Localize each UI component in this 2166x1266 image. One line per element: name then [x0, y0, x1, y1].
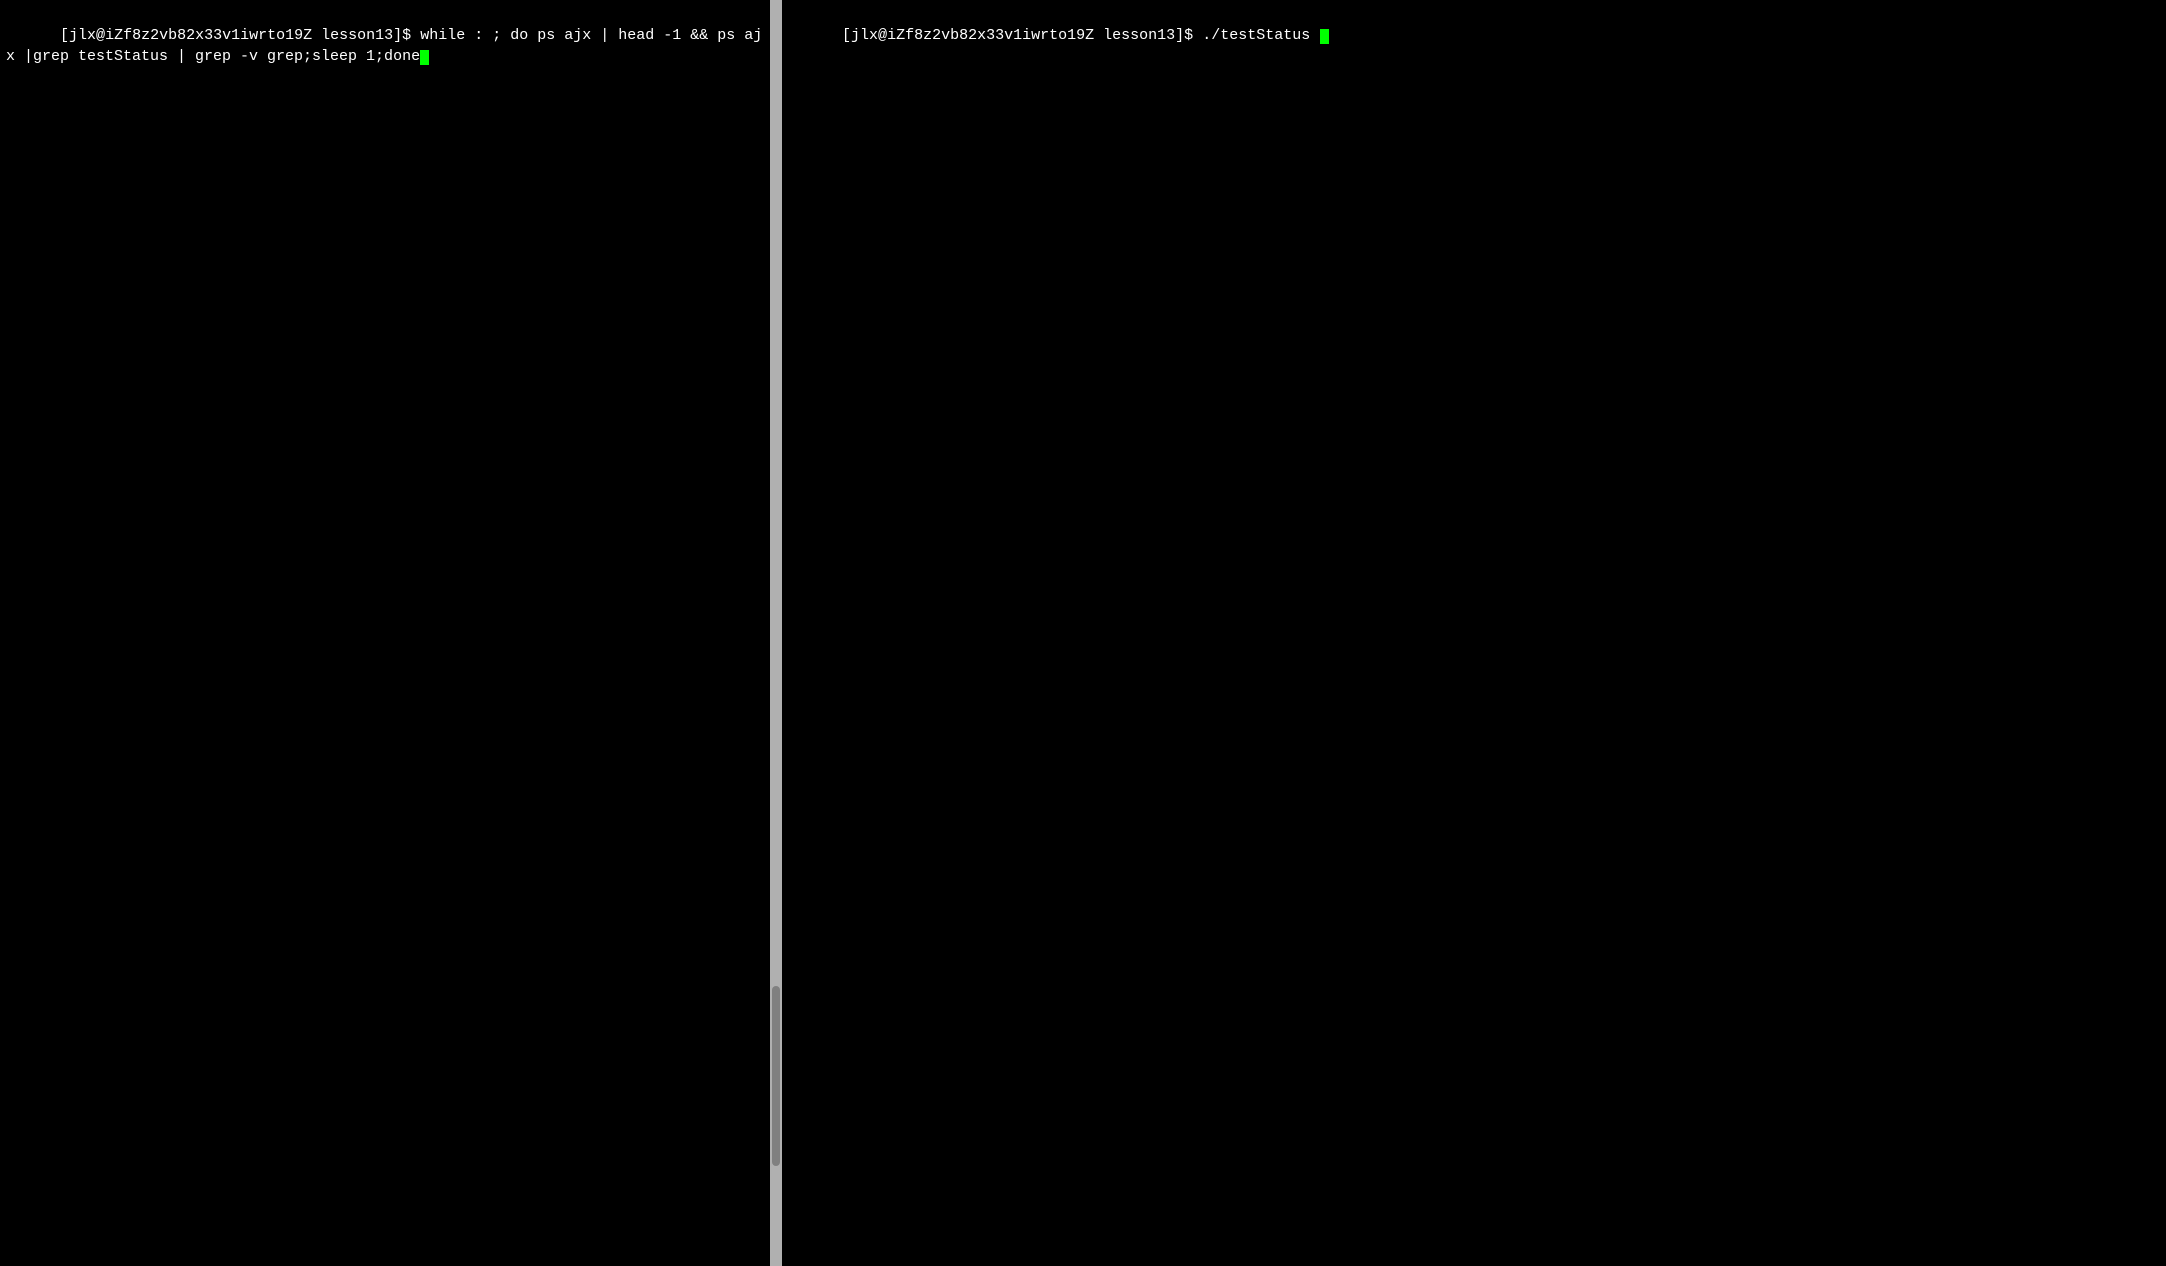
right-command-text: ./testStatus [1202, 27, 1319, 44]
left-cursor [420, 50, 429, 65]
scrollbar[interactable] [772, 986, 780, 1166]
terminal-content-right: [jlx@iZf8z2vb82x33v1iwrto19Z lesson13]$ … [782, 0, 2166, 71]
left-prompt-bracket-close: ] [393, 27, 402, 44]
terminal-content-left: [jlx@iZf8z2vb82x33v1iwrto19Z lesson13]$ … [0, 0, 770, 92]
right-prompt-symbol: $ [1184, 27, 1193, 44]
left-prompt-host: iZf8z2vb82x33v1iwrto19Z [105, 27, 312, 44]
right-prompt-host: iZf8z2vb82x33v1iwrto19Z [887, 27, 1094, 44]
right-prompt-dir: lesson13 [1103, 27, 1175, 44]
terminal-pane-right[interactable]: [jlx@iZf8z2vb82x33v1iwrto19Z lesson13]$ … [782, 0, 2166, 1266]
right-prompt-bracket-close: ] [1175, 27, 1184, 44]
left-prompt-bracket-open: [ [60, 27, 69, 44]
right-prompt-bracket-open: [ [842, 27, 851, 44]
terminal-pane-left[interactable]: [jlx@iZf8z2vb82x33v1iwrto19Z lesson13]$ … [0, 0, 770, 1266]
right-cursor [1320, 29, 1329, 44]
left-prompt-dir: lesson13 [321, 27, 393, 44]
left-prompt-at: @ [96, 27, 105, 44]
left-prompt-user: jlx [69, 27, 96, 44]
left-prompt-symbol: $ [402, 27, 411, 44]
terminal-divider[interactable] [770, 0, 782, 1266]
terminal-container: [jlx@iZf8z2vb82x33v1iwrto19Z lesson13]$ … [0, 0, 2166, 1266]
right-prompt-at: @ [878, 27, 887, 44]
right-prompt-user: jlx [851, 27, 878, 44]
